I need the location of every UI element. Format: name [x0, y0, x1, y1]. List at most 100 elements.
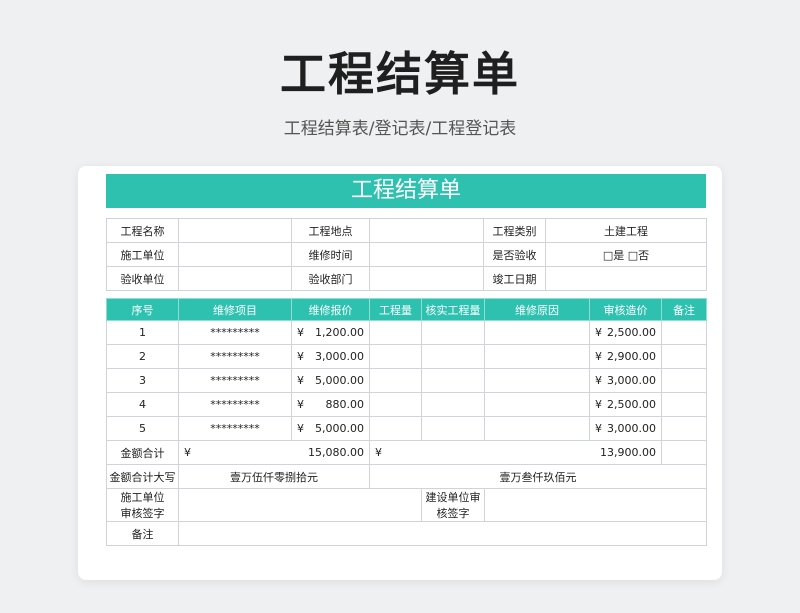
- repair-quote-value: 1,200.00: [315, 326, 364, 339]
- audit-cost[interactable]: ¥3,000.00: [589, 416, 662, 441]
- remark-label: 备注: [106, 521, 179, 546]
- info-label: 是否验收: [483, 242, 546, 267]
- repair-quote[interactable]: ¥5,000.00: [291, 368, 370, 393]
- row-remark[interactable]: [661, 344, 707, 369]
- audit-cost[interactable]: ¥3,000.00: [589, 368, 662, 393]
- work-quantity[interactable]: [369, 368, 422, 393]
- work-quantity[interactable]: [369, 392, 422, 417]
- row-remark[interactable]: [661, 392, 707, 417]
- repair-item[interactable]: *********: [178, 392, 292, 417]
- audit-cost-value: 2,900.00: [607, 350, 656, 363]
- sheet-title: 工程结算单: [106, 174, 706, 208]
- repair-quote-value: 5,000.00: [315, 422, 364, 435]
- info-value[interactable]: □是 □否: [545, 242, 707, 267]
- info-row: 工程名称 工程地点 工程类别 土建工程: [106, 218, 707, 243]
- audit-total-cell[interactable]: ¥13,900.00: [369, 440, 662, 465]
- owner-sign-field[interactable]: [484, 488, 707, 522]
- upper-total-row: 金额合计大写 壹万伍仟零捌拾元 壹万叁仟玖佰元: [106, 464, 707, 489]
- verified-quantity[interactable]: [421, 344, 485, 369]
- audit-upper[interactable]: 壹万叁仟玖佰元: [369, 464, 707, 489]
- info-label: 验收单位: [106, 266, 179, 291]
- owner-sign-label: 建设单位审 核签字: [421, 488, 485, 522]
- repair-reason[interactable]: [484, 320, 590, 345]
- signature-row: 施工单位 审核签字 建设单位审 核签字: [106, 488, 707, 522]
- column-header: 维修原因: [484, 298, 590, 321]
- repair-quote[interactable]: ¥3,000.00: [291, 344, 370, 369]
- info-value[interactable]: [545, 266, 707, 291]
- row-remark[interactable]: [661, 320, 707, 345]
- verified-quantity[interactable]: [421, 392, 485, 417]
- row-remark[interactable]: [661, 368, 707, 393]
- info-label: 竣工日期: [483, 266, 546, 291]
- verified-quantity[interactable]: [421, 320, 485, 345]
- info-value[interactable]: [178, 266, 292, 291]
- row-number: 5: [106, 416, 179, 441]
- table-header-row: 序号 维修项目 维修报价 工程量 核实工程量 维修原因 审核造价 备注: [106, 298, 707, 321]
- repair-quote[interactable]: ¥1,200.00: [291, 320, 370, 345]
- column-header: 序号: [106, 298, 179, 321]
- info-value[interactable]: [178, 242, 292, 267]
- repair-quote-value: 880.00: [325, 398, 365, 411]
- info-label: 维修时间: [291, 242, 370, 267]
- info-value[interactable]: [369, 218, 484, 243]
- row-remark[interactable]: [661, 416, 707, 441]
- quote-total-cell[interactable]: ¥15,080.00: [178, 440, 370, 465]
- quote-upper[interactable]: 壹万伍仟零捌拾元: [178, 464, 370, 489]
- total-row: 金额合计 ¥15,080.00 ¥13,900.00: [106, 440, 707, 465]
- repair-reason[interactable]: [484, 344, 590, 369]
- column-header: 维修项目: [178, 298, 292, 321]
- column-header: 核实工程量: [421, 298, 485, 321]
- info-label: 施工单位: [106, 242, 179, 267]
- repair-quote[interactable]: ¥880.00: [291, 392, 370, 417]
- remark-field[interactable]: [178, 521, 707, 546]
- work-quantity[interactable]: [369, 344, 422, 369]
- audit-cost[interactable]: ¥2,500.00: [589, 392, 662, 417]
- verified-quantity[interactable]: [421, 368, 485, 393]
- info-value[interactable]: [178, 218, 292, 243]
- info-row: 施工单位 维修时间 是否验收 □是 □否: [106, 242, 707, 267]
- repair-reason[interactable]: [484, 416, 590, 441]
- total-remark-cell[interactable]: [661, 440, 707, 465]
- audit-cost-value: 3,000.00: [607, 374, 656, 387]
- remark-row: 备注: [106, 521, 707, 546]
- table-row: 1 ********* ¥1,200.00 ¥2,500.00: [106, 320, 707, 345]
- quote-total: 15,080.00: [308, 446, 364, 459]
- column-header: 工程量: [369, 298, 422, 321]
- row-number: 3: [106, 368, 179, 393]
- row-number: 4: [106, 392, 179, 417]
- row-number: 1: [106, 320, 179, 345]
- page-subtitle: 工程结算表/登记表/工程登记表: [283, 119, 517, 139]
- info-label: 工程类别: [483, 218, 546, 243]
- work-quantity[interactable]: [369, 416, 422, 441]
- verified-quantity[interactable]: [421, 416, 485, 441]
- audit-cost-value: 2,500.00: [607, 398, 656, 411]
- table-row: 5 ********* ¥5,000.00 ¥3,000.00: [106, 416, 707, 441]
- contractor-sign-field[interactable]: [178, 488, 422, 522]
- audit-cost[interactable]: ¥2,500.00: [589, 320, 662, 345]
- info-label: 工程地点: [291, 218, 370, 243]
- repair-reason[interactable]: [484, 368, 590, 393]
- info-value[interactable]: 土建工程: [545, 218, 707, 243]
- settlement-table: 序号 维修项目 维修报价 工程量 核实工程量 维修原因 审核造价 备注 1 ********* ¥…: [106, 298, 707, 546]
- project-info-table: 工程名称 工程地点 工程类别 土建工程施工单位 维修时间 是否验收 □是 □否验收单位 验收部…: [106, 218, 707, 291]
- repair-item[interactable]: *********: [178, 320, 292, 345]
- repair-item[interactable]: *********: [178, 344, 292, 369]
- repair-item[interactable]: *********: [178, 368, 292, 393]
- info-value[interactable]: [369, 266, 484, 291]
- document-card: 工程结算单 工程名称 工程地点 工程类别 土建工程施工单位 维修时间 是否验收 □是 □否验…: [78, 166, 722, 580]
- column-header: 审核造价: [589, 298, 662, 321]
- info-label: 工程名称: [106, 218, 179, 243]
- table-row: 3 ********* ¥5,000.00 ¥3,000.00: [106, 368, 707, 393]
- upper-total-label: 金额合计大写: [106, 464, 179, 489]
- audit-cost-value: 3,000.00: [607, 422, 656, 435]
- audit-cost[interactable]: ¥2,900.00: [589, 344, 662, 369]
- repair-quote[interactable]: ¥5,000.00: [291, 416, 370, 441]
- info-label: 验收部门: [291, 266, 370, 291]
- repair-item[interactable]: *********: [178, 416, 292, 441]
- repair-quote-value: 5,000.00: [315, 374, 364, 387]
- repair-reason[interactable]: [484, 392, 590, 417]
- work-quantity[interactable]: [369, 320, 422, 345]
- contractor-sign-label: 施工单位 审核签字: [106, 488, 179, 522]
- info-value[interactable]: [369, 242, 484, 267]
- table-row: 4 ********* ¥880.00 ¥2,500.00: [106, 392, 707, 417]
